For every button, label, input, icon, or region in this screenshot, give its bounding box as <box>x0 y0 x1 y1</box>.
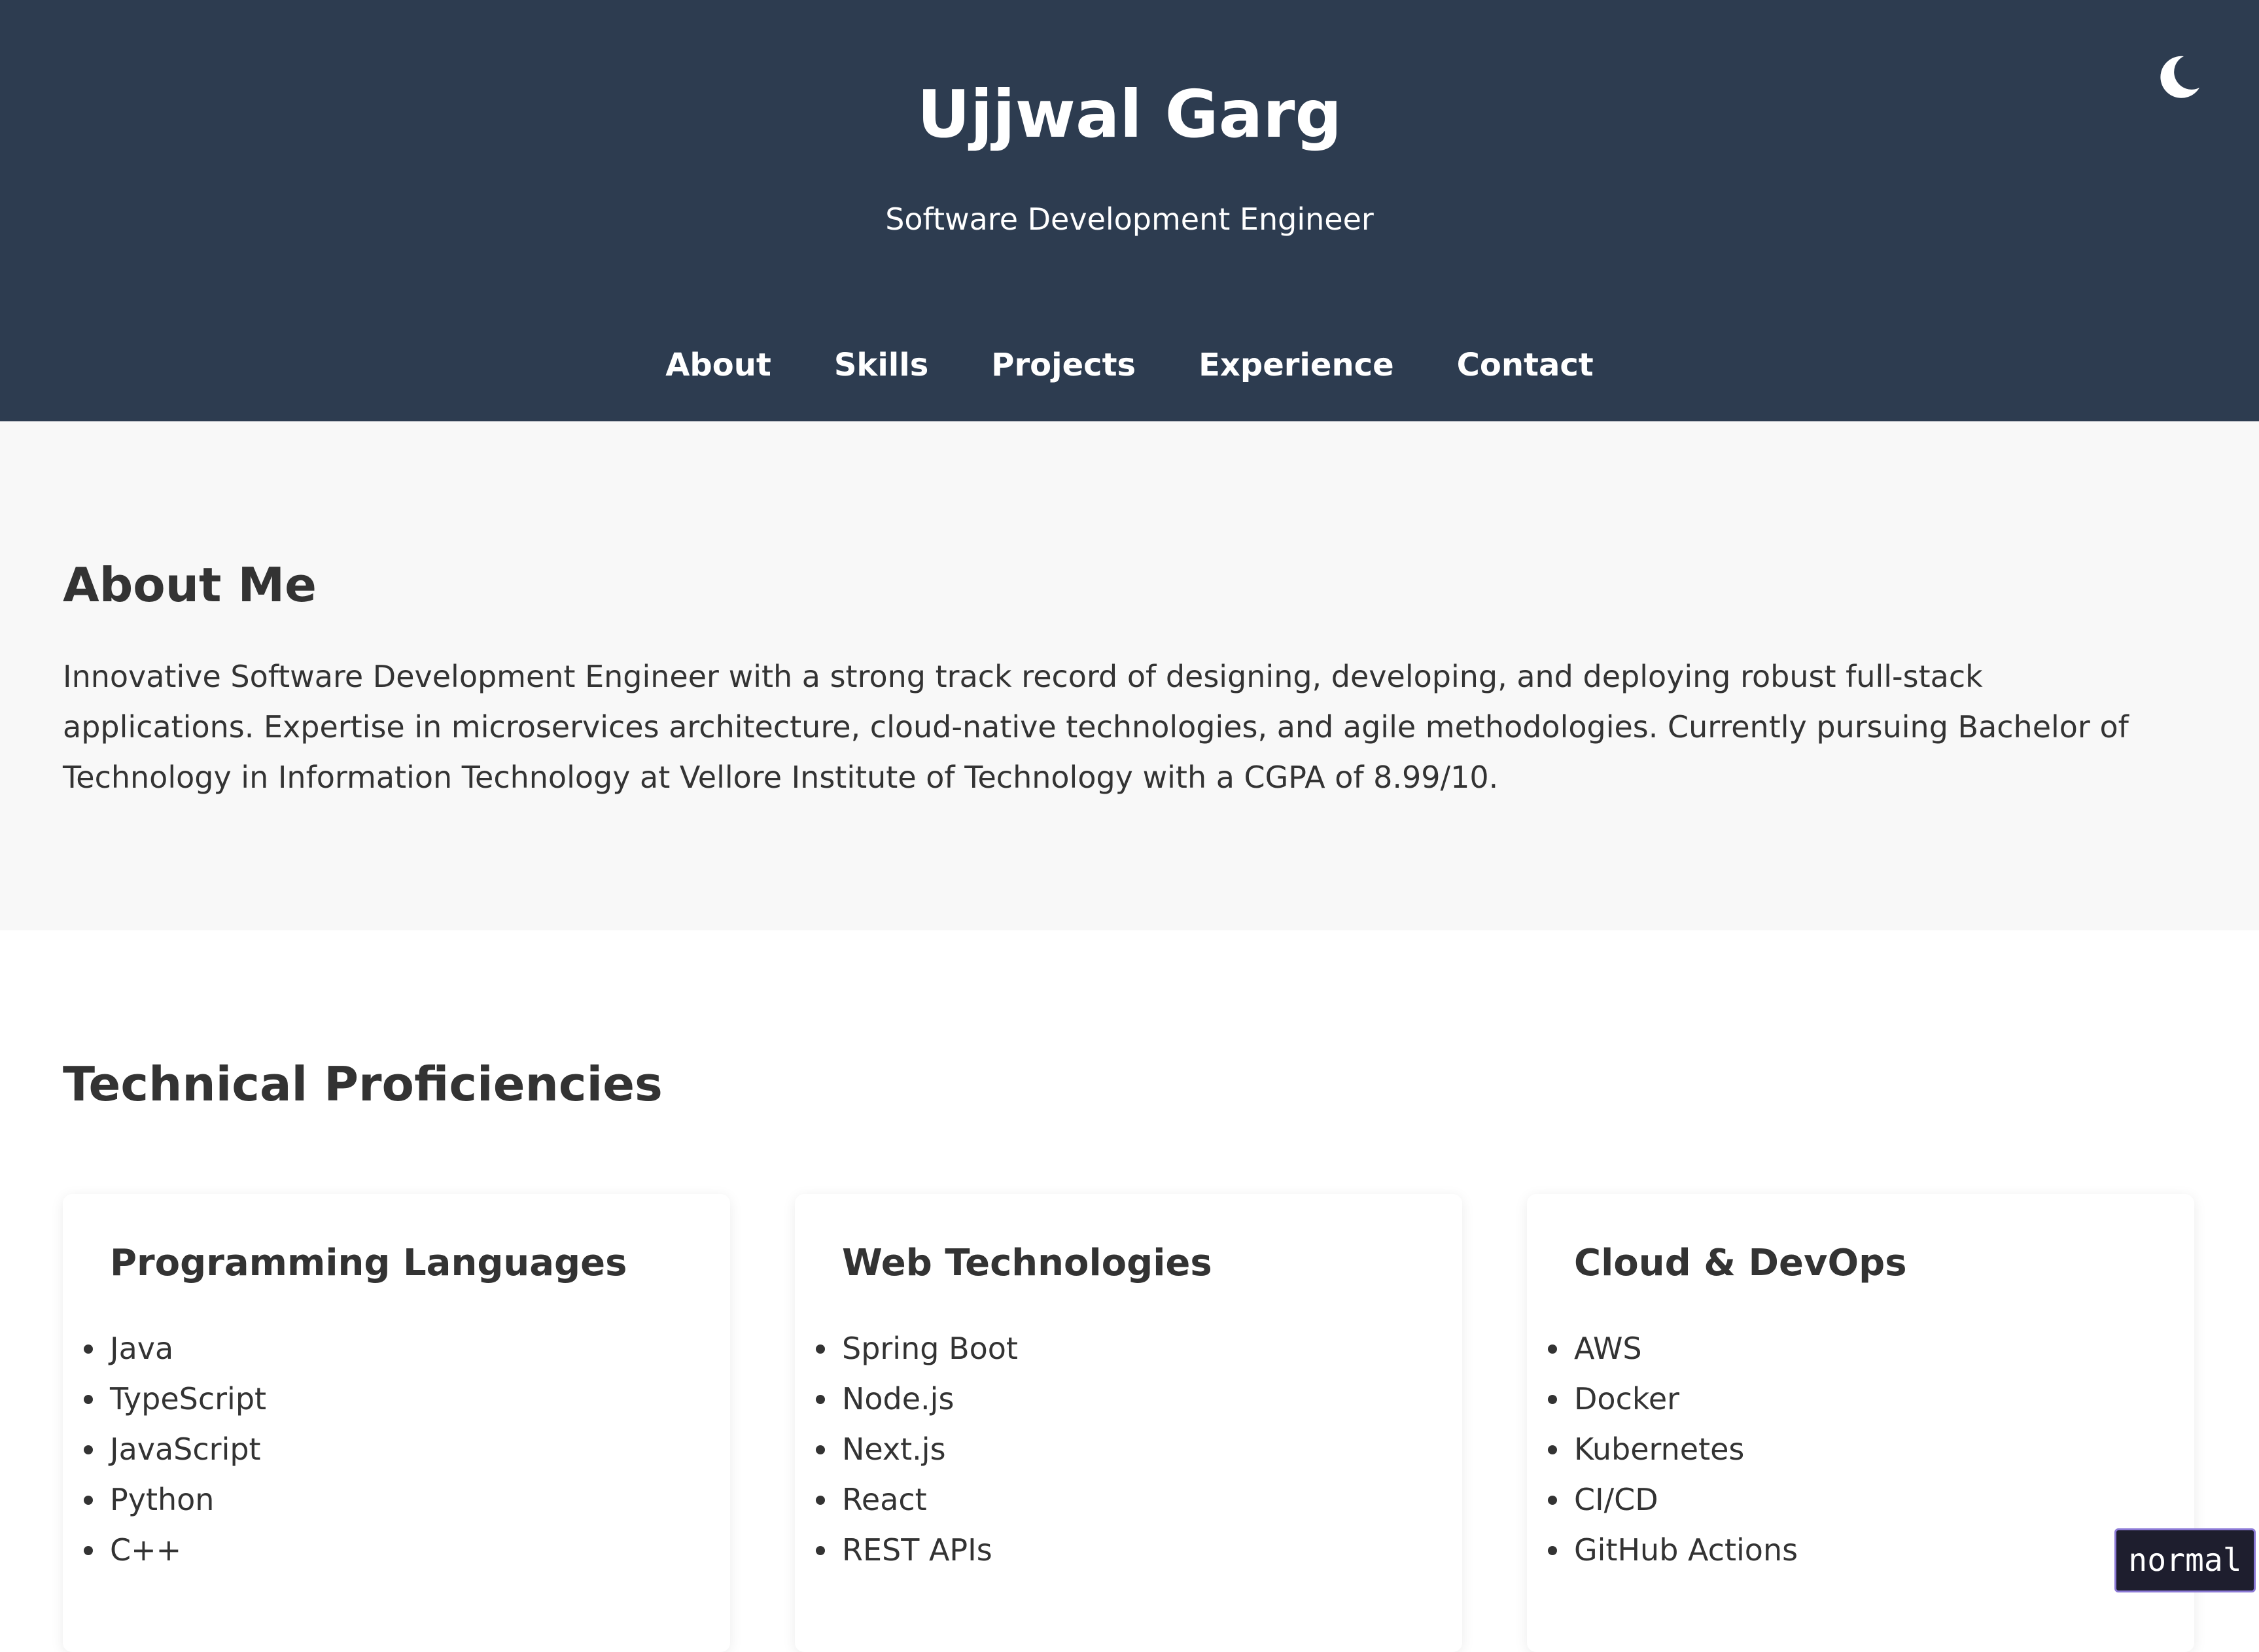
skill-item: Kubernetes <box>1547 1424 1798 1475</box>
skill-item: TypeScript <box>83 1374 266 1424</box>
skill-item: CI/CD <box>1547 1475 1798 1525</box>
skill-card-programming-languages: Programming Languages Java TypeScript Ja… <box>63 1194 730 1652</box>
skill-card-title: Web Technologies <box>842 1242 1212 1284</box>
skill-item: Docker <box>1547 1374 1798 1424</box>
nav-link-experience[interactable]: Experience <box>1199 340 1394 390</box>
site-header: Ujjwal Garg Software Development Enginee… <box>0 0 2259 421</box>
page-subtitle: Software Development Engineer <box>885 202 1374 237</box>
main-nav: About Skills Projects Experience Contact <box>0 340 2259 390</box>
skills-heading: Technical Proficiencies <box>63 1057 663 1112</box>
skill-item: REST APIs <box>816 1525 1018 1575</box>
skill-item: C++ <box>83 1525 266 1575</box>
skill-card-cloud-devops: Cloud & DevOps AWS Docker Kubernetes CI/… <box>1527 1194 2194 1652</box>
skill-item: GitHub Actions <box>1547 1525 1798 1575</box>
about-section: About Me Innovative Software Development… <box>0 421 2259 930</box>
skill-card-title: Cloud & DevOps <box>1574 1242 1907 1284</box>
nav-link-contact[interactable]: Contact <box>1457 340 1594 390</box>
skill-item: Python <box>83 1475 266 1525</box>
skill-item: AWS <box>1547 1324 1798 1374</box>
about-text: Innovative Software Development Engineer… <box>63 659 2129 795</box>
skill-list: AWS Docker Kubernetes CI/CD GitHub Actio… <box>1547 1324 1798 1575</box>
skill-item: Next.js <box>816 1424 1018 1475</box>
skill-item: Node.js <box>816 1374 1018 1424</box>
page-title: Ujjwal Garg <box>917 76 1342 152</box>
nav-link-projects[interactable]: Projects <box>991 340 1136 390</box>
skill-item: Spring Boot <box>816 1324 1018 1374</box>
skill-list: Spring Boot Node.js Next.js React REST A… <box>816 1324 1018 1575</box>
skill-card-title: Programming Languages <box>110 1242 627 1284</box>
skill-card-web-technologies: Web Technologies Spring Boot Node.js Nex… <box>795 1194 1462 1652</box>
skill-item: React <box>816 1475 1018 1525</box>
nav-link-about[interactable]: About <box>665 340 771 390</box>
skill-item: JavaScript <box>83 1424 266 1475</box>
skill-list: Java TypeScript JavaScript Python C++ <box>83 1324 266 1575</box>
moon-icon[interactable] <box>2152 51 2205 103</box>
mode-indicator-badge: normal <box>2114 1528 2256 1592</box>
skills-section: Technical Proficiencies Programming Lang… <box>0 930 2259 1652</box>
about-heading: About Me <box>63 557 317 612</box>
nav-link-skills[interactable]: Skills <box>834 340 928 390</box>
skill-item: Java <box>83 1324 266 1374</box>
